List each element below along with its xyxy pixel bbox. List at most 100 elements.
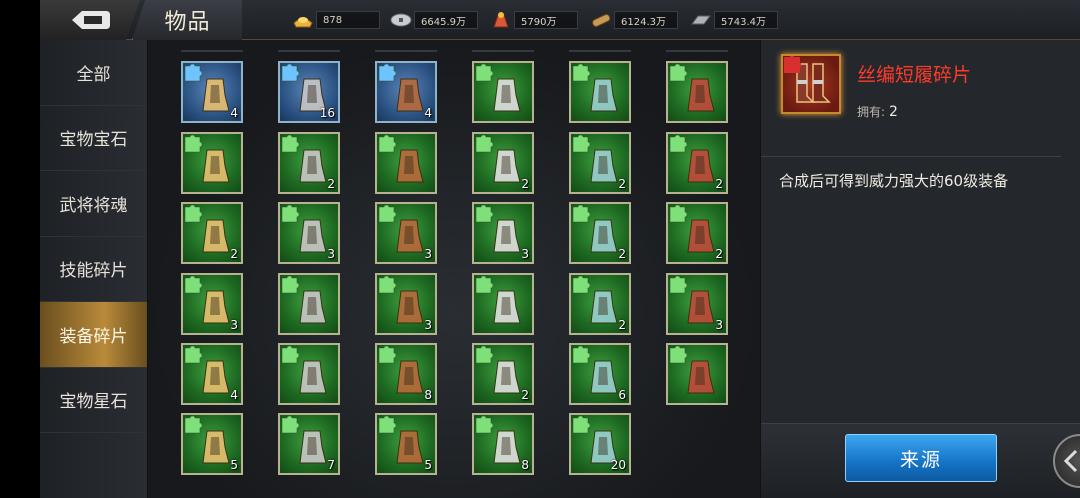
red-boots-fragment-icon [687,149,715,183]
menu-item-label: 宝物宝石 [59,130,128,151]
resource-gold-value: 878 [316,11,380,29]
general-armor-fragment-icon [299,430,327,464]
item-slot[interactable]: 6 [569,343,631,405]
item-count: 2 [618,318,626,332]
item-slot[interactable]: 4 [181,343,243,405]
silver-armor-fragment-icon [299,290,327,324]
item-slot[interactable]: 3 [375,202,437,264]
item-slot[interactable]: 3 [375,273,437,335]
menu-item-treasure-gems[interactable]: 宝物宝石 [40,106,147,171]
item-slot[interactable] [666,61,728,123]
item-slot[interactable]: 5 [181,413,243,475]
item-slot[interactable]: 16 [278,61,340,123]
item-count: 7 [327,458,335,472]
item-count: 2 [715,247,723,261]
item-slot[interactable]: 4 [375,61,437,123]
item-slot[interactable]: 2 [569,202,631,264]
resource-grain: 5790万 [488,9,578,31]
item-slot[interactable]: 2 [472,343,534,405]
back-button[interactable] [40,0,140,40]
crossbow-fragment-icon [396,360,424,394]
armored-boots-fragment-icon [202,149,230,183]
feather-fan-fragment-icon [493,78,521,112]
golden-greaves-fragment-icon [396,149,424,183]
item-count: 6 [618,388,626,402]
menu-item-general-souls[interactable]: 武将将魂 [40,171,147,237]
item-count: 2 [327,177,335,191]
item-description: 合成后可得到威力强大的60级装备 [779,172,1009,190]
menu-item-star-stones[interactable]: 宝物星石 [40,368,147,433]
item-slot[interactable]: 20 [569,413,631,475]
item-slot[interactable] [278,273,340,335]
item-slot[interactable]: 8 [375,343,437,405]
item-slot[interactable]: 2 [472,132,534,194]
war-boots-fragment-icon [493,290,521,324]
item-slot[interactable] [375,132,437,194]
divider [761,156,1061,157]
item-slot[interactable]: 3 [181,273,243,335]
item-slot[interactable] [666,343,728,405]
gold-ingot-icon [290,9,316,31]
item-count: 4 [230,106,238,120]
item-slot[interactable]: 3 [666,273,728,335]
item-slot[interactable]: 3 [472,202,534,264]
plumed-helmet-fragment-icon [202,360,230,394]
menu-item-label: 技能碎片 [59,261,128,282]
item-count: 3 [521,247,529,261]
menu-item-skill-fragments[interactable]: 技能碎片 [40,237,147,302]
cloak-fragment-icon [590,219,618,253]
teal-robe-fragment-icon [590,149,618,183]
item-count: 3 [230,318,238,332]
owned-count-row: 拥有: 2 [857,103,898,120]
silver-coin-icon [388,9,414,31]
gold-leg-armor-fragment-icon [687,360,715,394]
item-count: 5 [424,458,432,472]
resource-iron: 5743.4万 [688,9,778,31]
item-count: 3 [715,318,723,332]
chest-armor-fragment-icon [299,219,327,253]
menu-item-equipment-fragments[interactable]: 装备碎片 [40,302,147,368]
item-slot[interactable] [472,61,534,123]
source-button[interactable]: 来源 [845,434,997,482]
item-slot[interactable]: 2 [666,202,728,264]
item-slot[interactable]: 2 [181,202,243,264]
page-title: 物品 [132,0,242,40]
item-slot[interactable]: 4 [181,61,243,123]
item-slot[interactable]: 5 [375,413,437,475]
resource-silver: 6645.9万 [388,9,478,31]
item-count: 2 [230,247,238,261]
item-count: 3 [424,318,432,332]
wood-log-icon [588,9,614,31]
collapse-panel-button[interactable] [1053,434,1080,488]
item-slot[interactable]: 3 [278,202,340,264]
menu-item-all[interactable]: 全部 [40,40,147,106]
item-slot[interactable]: 2 [569,273,631,335]
curved-blade-fragment-icon [202,290,230,324]
fur-armor-fragment-icon [493,360,521,394]
chevron-left-icon [1063,449,1078,473]
item-slot[interactable] [472,273,534,335]
item-slot[interactable]: 2 [569,132,631,194]
item-detail-panel: 丝编短履碎片 拥有: 2 合成后可得到威力强大的60级装备 来源 [760,40,1080,498]
item-slot[interactable]: 8 [472,413,534,475]
item-slot[interactable] [569,61,631,123]
selected-item-icon [781,54,841,114]
resource-silver-value: 6645.9万 [414,11,478,29]
item-count: 3 [327,247,335,261]
item-slot[interactable]: 2 [278,132,340,194]
item-slot[interactable] [181,132,243,194]
iron-bar-icon [688,9,714,31]
column-divider [375,50,437,52]
item-slot[interactable]: 7 [278,413,340,475]
blue-sword-fragment-icon [687,78,715,112]
item-slot[interactable]: 2 [666,132,728,194]
item-count: 3 [424,247,432,261]
grain-sack-icon [488,9,514,31]
screen-edge [0,0,40,498]
item-count: 8 [424,388,432,402]
leather-cap-fragment-icon [396,219,424,253]
source-button-label: 来源 [899,448,942,471]
item-slot[interactable] [278,343,340,405]
column-divider [181,50,243,52]
brown-boots-fragment-icon [493,219,521,253]
